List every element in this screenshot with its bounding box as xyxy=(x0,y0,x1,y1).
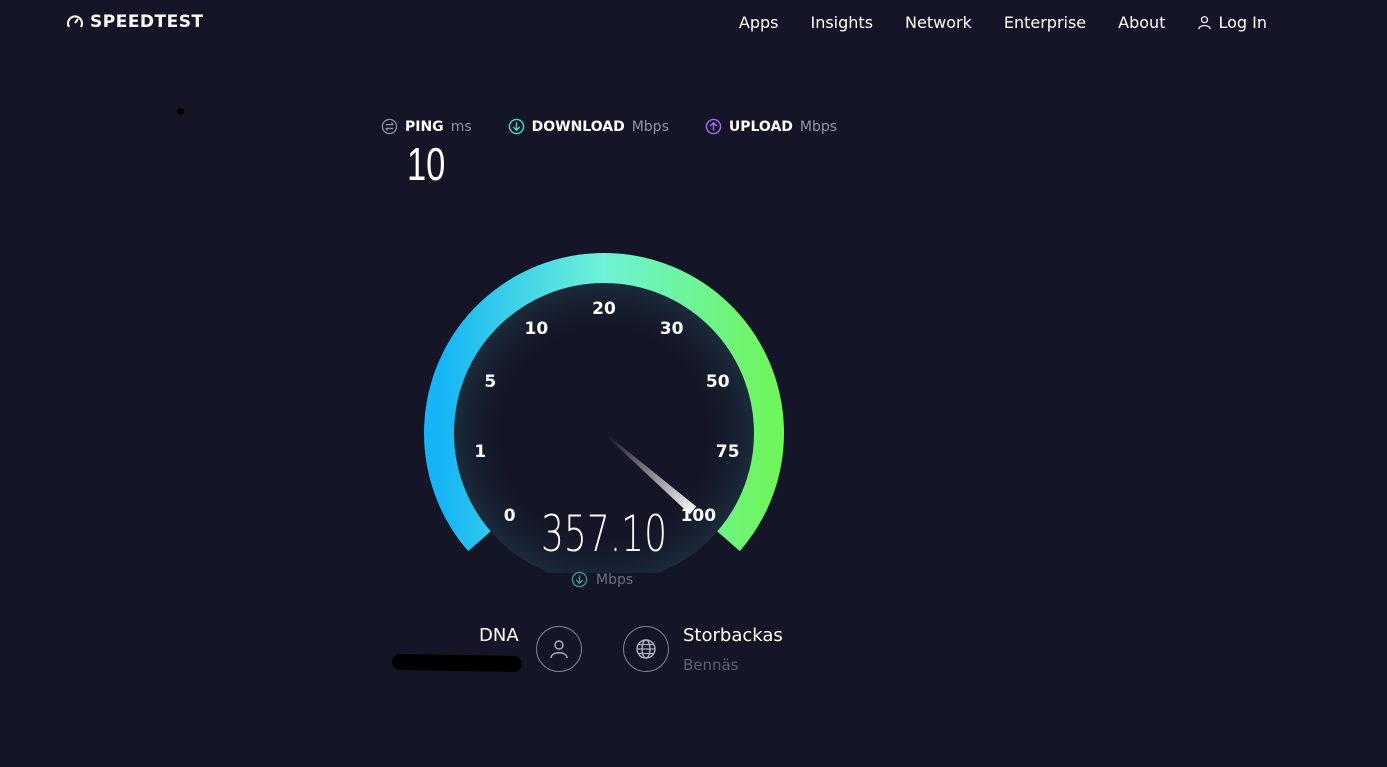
ping-label: PING xyxy=(405,118,444,135)
download-icon xyxy=(508,118,524,135)
gauge-tick-label: 20 xyxy=(592,299,616,319)
gauge-tick-label: 5 xyxy=(484,372,496,392)
logo-text: SPEEDTEST xyxy=(90,12,204,32)
login-link[interactable]: Log In xyxy=(1197,13,1267,32)
nav-insights[interactable]: Insights xyxy=(810,13,873,32)
cursor-dot xyxy=(177,108,184,115)
download-stat: DOWNLOAD Mbps xyxy=(508,118,669,191)
speedtest-logo[interactable]: SPEEDTEST xyxy=(65,12,204,32)
redaction-mark xyxy=(391,653,523,673)
login-label: Log In xyxy=(1218,13,1267,32)
gauge-tick-label: 30 xyxy=(660,319,684,339)
user-icon xyxy=(1198,16,1212,30)
speedometer-icon xyxy=(67,15,83,28)
gauge-tick-label: 75 xyxy=(716,442,740,462)
gauge-tick-label: 50 xyxy=(706,372,730,392)
isp-name: DNA xyxy=(479,625,519,646)
speed-value: 357.10 xyxy=(541,505,667,563)
server-button[interactable] xyxy=(623,626,669,672)
server-location: Bennäs xyxy=(683,656,739,674)
isp-button[interactable] xyxy=(536,626,582,672)
nav-about[interactable]: About xyxy=(1118,13,1165,32)
user-icon xyxy=(550,640,568,659)
ping-unit: ms xyxy=(450,118,472,135)
globe-icon xyxy=(636,639,656,659)
nav-enterprise[interactable]: Enterprise xyxy=(1004,13,1086,32)
download-label: DOWNLOAD xyxy=(531,118,625,135)
server-name[interactable]: Storbackas xyxy=(683,625,783,646)
upload-unit: Mbps xyxy=(799,118,838,135)
speed-unit: Mbps xyxy=(571,571,633,588)
ping-icon xyxy=(381,118,398,135)
upload-stat: UPLOAD Mbps xyxy=(705,118,837,191)
gauge-tick-label: 10 xyxy=(525,319,549,339)
ping-value: 10 xyxy=(407,138,446,190)
nav-network[interactable]: Network xyxy=(905,13,972,32)
ping-stat: PING ms 10 xyxy=(381,118,472,191)
nav-apps[interactable]: Apps xyxy=(739,13,779,32)
gauge-tick-label: 1 xyxy=(474,442,486,462)
download-icon xyxy=(571,571,588,588)
speed-unit-label: Mbps xyxy=(596,571,634,588)
result-stats: PING ms 10 DOWNLOAD Mbps UPLOAD Mbps xyxy=(381,118,837,191)
download-unit: Mbps xyxy=(631,118,669,135)
upload-label: UPLOAD xyxy=(728,118,793,135)
main-nav: Apps Insights Network Enterprise About L… xyxy=(739,13,1267,32)
upload-icon xyxy=(705,118,722,135)
